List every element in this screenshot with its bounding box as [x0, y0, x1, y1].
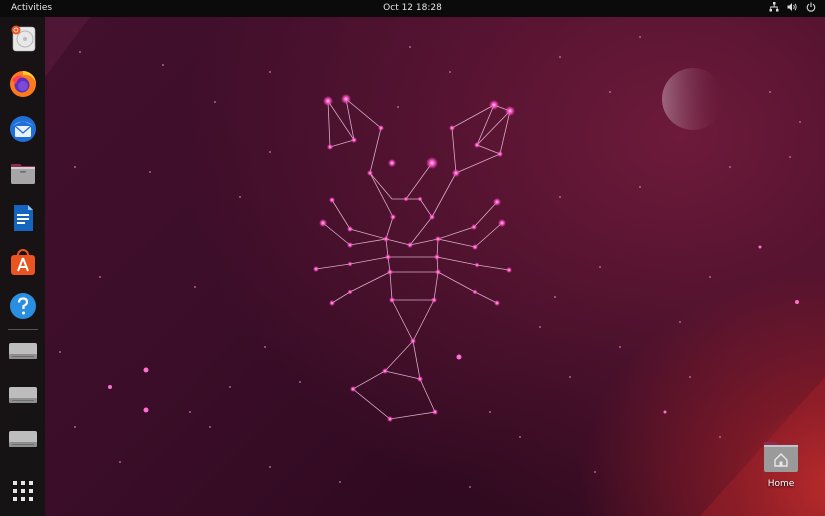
system-tray[interactable] — [769, 2, 816, 12]
power-icon[interactable] — [806, 2, 816, 12]
dock-item-files[interactable] — [7, 157, 39, 189]
dock-item-drive-2[interactable] — [7, 379, 39, 411]
volume-icon[interactable] — [787, 2, 798, 12]
app-center-icon — [11, 249, 35, 275]
moon — [662, 68, 724, 130]
dock — [0, 17, 45, 516]
dock-item-firefox[interactable] — [7, 68, 39, 100]
show-apps-button[interactable] — [7, 475, 39, 507]
home-folder-icon — [764, 442, 798, 472]
drive-icon — [9, 343, 37, 359]
clock[interactable]: Oct 12 18:28 — [0, 3, 825, 13]
dock-item-drive-1[interactable] — [7, 335, 39, 367]
drive-icon — [9, 387, 37, 403]
drive-icon — [9, 431, 37, 447]
desktop-home-folder[interactable]: Home — [756, 438, 806, 489]
disk-installer-icon — [11, 25, 36, 52]
app-grid-icon — [13, 481, 33, 501]
dock-item-installer[interactable] — [7, 23, 39, 55]
dock-item-software[interactable] — [7, 246, 39, 278]
thunderbird-icon — [10, 116, 36, 142]
libreoffice-writer-icon — [14, 205, 33, 231]
dock-item-thunderbird[interactable] — [7, 113, 39, 145]
dock-item-writer[interactable] — [7, 202, 39, 234]
top-bar: Activities Oct 12 18:28 — [0, 0, 825, 17]
dock-item-help[interactable] — [7, 290, 39, 322]
firefox-icon — [10, 71, 36, 97]
home-folder-label: Home — [767, 479, 795, 489]
help-icon — [10, 293, 36, 319]
desktop-background — [0, 17, 825, 516]
dock-separator — [8, 329, 38, 330]
dock-item-drive-3[interactable] — [7, 423, 39, 455]
files-icon — [11, 164, 35, 184]
network-icon[interactable] — [769, 2, 779, 12]
wallpaper-lobster-constellation — [45, 17, 825, 516]
